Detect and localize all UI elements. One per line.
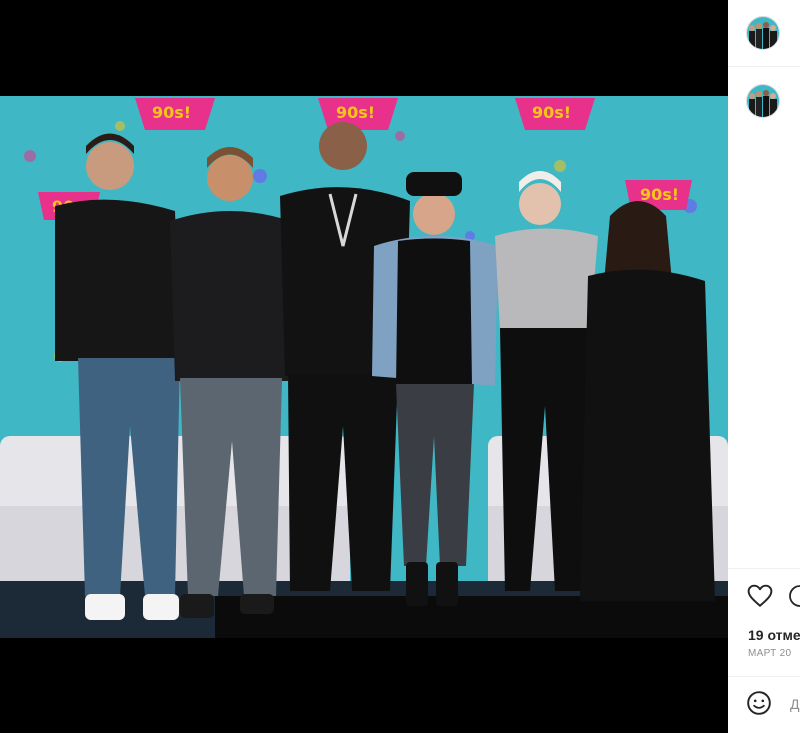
actions-divider [728,568,800,569]
author-avatar[interactable] [746,16,780,50]
header-divider [728,66,800,67]
comment-icon[interactable] [788,584,800,608]
post-sidebar: 19 отме МАРТ 20 Д [728,0,800,733]
svg-text:90s!: 90s! [640,185,679,204]
post-date[interactable]: МАРТ 20 [748,648,791,659]
caption-avatar[interactable] [746,84,780,118]
comment-divider [728,676,800,677]
banner-logo: 90s! [152,103,191,122]
heart-icon[interactable] [747,584,773,608]
svg-text:90s!: 90s! [336,103,375,122]
post-photo[interactable]: 90s! 90s! 90s! 90s! 90s! [0,96,728,638]
post-media: 90s! 90s! 90s! 90s! 90s! [0,0,728,733]
likes-count[interactable]: 19 отме [748,627,800,643]
comment-input[interactable]: Д [790,696,799,712]
smiley-icon[interactable] [746,690,772,716]
svg-text:90s!: 90s! [532,103,571,122]
